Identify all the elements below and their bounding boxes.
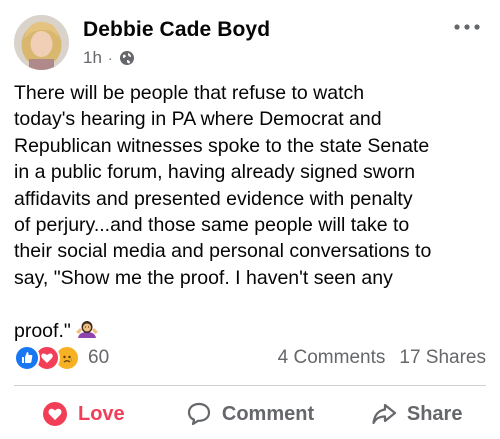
share-label: Share — [406, 402, 463, 425]
like-reaction-icon — [14, 345, 40, 371]
action-bar: Love Comment Share — [0, 390, 500, 438]
more-horizontal-icon[interactable] — [452, 20, 482, 34]
reaction-summary[interactable]: 60 — [14, 345, 109, 371]
post-meta: 1h · — [83, 48, 135, 68]
woman-shrugging-emoji — [75, 320, 98, 338]
post-text-content: There will be people that refuse to watc… — [14, 82, 432, 342]
author-name[interactable]: Debbie Cade Boyd — [83, 18, 270, 42]
love-label: Love — [77, 402, 125, 425]
comment-icon — [187, 402, 210, 426]
comments-count-link[interactable]: 4 Comments — [278, 347, 386, 369]
meta-separator: · — [107, 50, 113, 66]
love-button[interactable]: Love — [0, 401, 167, 427]
comment-label: Comment — [221, 402, 315, 425]
avatar[interactable] — [14, 15, 69, 70]
engagement-counts: 4 Comments 17 Shares — [278, 347, 486, 369]
comment-button[interactable]: Comment — [167, 401, 334, 427]
globe-icon — [119, 51, 134, 65]
avatar-photo — [14, 15, 69, 70]
divider — [14, 385, 486, 386]
post-header: Debbie Cade Boyd 1h · — [14, 14, 486, 74]
post-time[interactable]: 1h — [83, 48, 102, 68]
share-icon — [372, 403, 396, 425]
love-reaction-icon — [42, 402, 67, 426]
share-button[interactable]: Share — [333, 401, 500, 427]
reaction-count: 60 — [88, 347, 110, 368]
facebook-post: Debbie Cade Boyd 1h · There will be peop… — [0, 0, 500, 439]
post-text: There will be people that refuse to watc… — [14, 80, 490, 344]
shares-count-link[interactable]: 17 Shares — [399, 347, 486, 369]
